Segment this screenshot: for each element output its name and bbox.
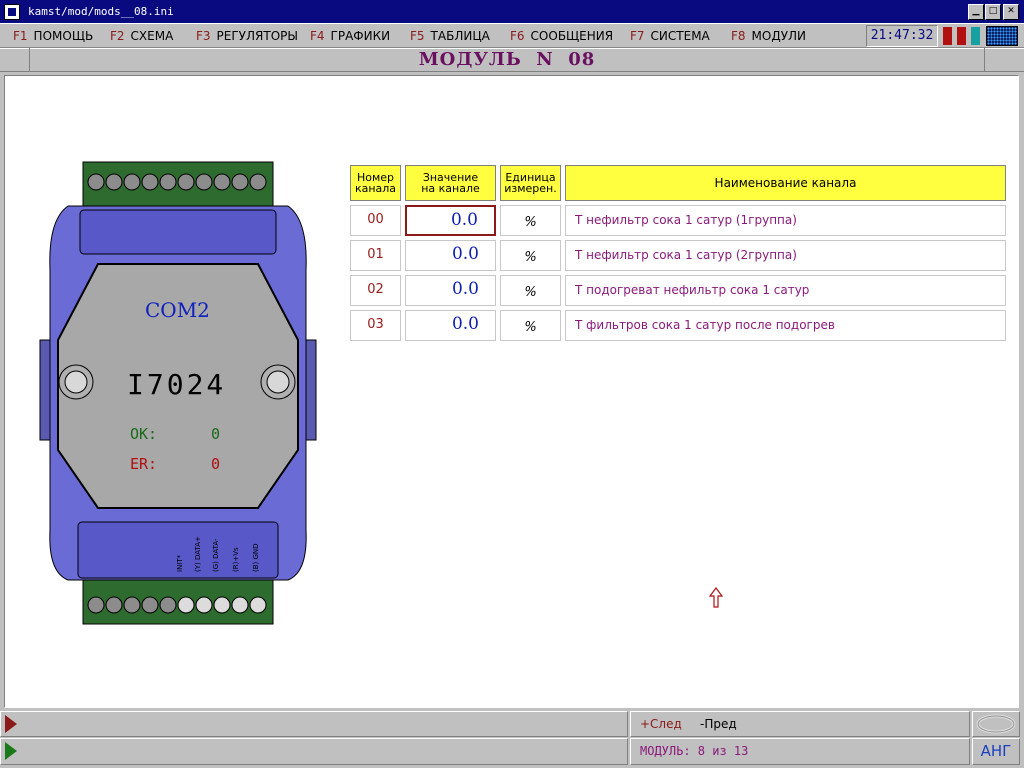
channel-number[interactable]: 01 bbox=[350, 240, 401, 271]
ok-count: 0 bbox=[211, 425, 221, 443]
menu-item-help[interactable]: F1 ПОМОЩЬ bbox=[13, 29, 93, 43]
connection-ring-icon bbox=[976, 714, 1016, 734]
channel-number[interactable]: 02 bbox=[350, 275, 401, 306]
channel-value[interactable]: 0.0 bbox=[405, 310, 496, 341]
prev-module-button[interactable]: -Пред bbox=[700, 717, 737, 731]
channel-unit: % bbox=[500, 240, 561, 271]
next-module-button[interactable]: +След bbox=[640, 717, 682, 731]
channel-number[interactable]: 00 bbox=[350, 205, 401, 236]
channel-unit: % bbox=[500, 310, 561, 341]
pin-label: INIT* bbox=[176, 554, 184, 572]
column-header-value: Значение на канале bbox=[405, 165, 496, 201]
language-toggle[interactable]: АНГ bbox=[973, 740, 1019, 764]
channel-number[interactable]: 03 bbox=[350, 310, 401, 341]
pin-label: (Y) DATA+ bbox=[194, 536, 202, 572]
header-right-cell bbox=[984, 48, 1024, 72]
activity-indicator-icon bbox=[986, 26, 1018, 46]
ok-label: OK: bbox=[130, 425, 158, 443]
menu-item-system[interactable]: F7 СИСТЕМА bbox=[630, 29, 710, 43]
menu-item-table[interactable]: F5 ТАБЛИЦА bbox=[410, 29, 490, 43]
message-line-bottom bbox=[0, 738, 628, 765]
minimize-icon[interactable]: ▁ bbox=[968, 4, 984, 20]
channel-value[interactable]: 0.0 bbox=[405, 205, 496, 236]
menu-item-messages[interactable]: F6 СООБЩЕНИЯ bbox=[510, 29, 613, 43]
pin-label: (G) DATA- bbox=[212, 538, 220, 572]
menu-item-scheme[interactable]: F2 СХЕМА bbox=[110, 29, 173, 43]
column-header-channel-number: Номер канала bbox=[350, 165, 401, 201]
next-key-label: +След bbox=[640, 717, 682, 731]
device-pin-labels: INIT* (Y) DATA+ (G) DATA- (R)+Vs (B) GND bbox=[176, 528, 276, 574]
status-indicator bbox=[943, 27, 952, 45]
channel-value[interactable]: 0.0 bbox=[405, 275, 496, 306]
header-left-cell bbox=[0, 48, 30, 72]
module-counter: МОДУЛЬ: 8 из 13 bbox=[640, 744, 749, 758]
app-icon[interactable] bbox=[4, 4, 20, 20]
page-title: МОДУЛЬ N 08 bbox=[418, 49, 596, 70]
channel-unit: % bbox=[500, 205, 561, 236]
play-green-icon[interactable] bbox=[4, 741, 18, 761]
mouse-cursor-icon bbox=[709, 587, 723, 608]
column-header-unit: Единица измерен. bbox=[500, 165, 561, 201]
play-red-icon[interactable] bbox=[4, 714, 18, 734]
er-label: ER: bbox=[130, 455, 158, 473]
window-title: kamst/mod/mods__08.ini bbox=[28, 5, 174, 18]
channel-name[interactable]: Т нефильтр сока 1 сатур (1группа) bbox=[565, 205, 1006, 236]
channel-name[interactable]: Т нефильтр сока 1 сатур (2группа) bbox=[565, 240, 1006, 271]
channel-name[interactable]: Т подогреват нефильтр сока 1 сатур bbox=[565, 275, 1006, 306]
status-indicator bbox=[971, 27, 980, 45]
pin-label: (R)+Vs bbox=[232, 547, 240, 572]
clock: 21:47:32 bbox=[866, 25, 938, 47]
er-count: 0 bbox=[211, 455, 221, 473]
menu-item-regulators[interactable]: F3 РЕГУЛЯТОРЫ bbox=[196, 29, 298, 43]
column-header-channel-name: Наименование канала bbox=[565, 165, 1006, 201]
menu-item-graphs[interactable]: F4 ГРАФИКИ bbox=[310, 29, 390, 43]
pin-label: (B) GND bbox=[252, 543, 260, 572]
channel-unit: % bbox=[500, 275, 561, 306]
close-icon[interactable]: ✕ bbox=[1003, 4, 1019, 20]
maximize-icon[interactable]: □ bbox=[985, 4, 1001, 20]
device-model-label: I7024 bbox=[127, 368, 227, 401]
channel-value[interactable]: 0.0 bbox=[405, 240, 496, 271]
menu-item-modules[interactable]: F8 МОДУЛИ bbox=[731, 29, 806, 43]
device-port-label: COM2 bbox=[145, 298, 210, 322]
message-line-top bbox=[0, 711, 628, 737]
status-indicator bbox=[957, 27, 966, 45]
channel-name[interactable]: Т фильтров сока 1 сатур после подогрев bbox=[565, 310, 1006, 341]
